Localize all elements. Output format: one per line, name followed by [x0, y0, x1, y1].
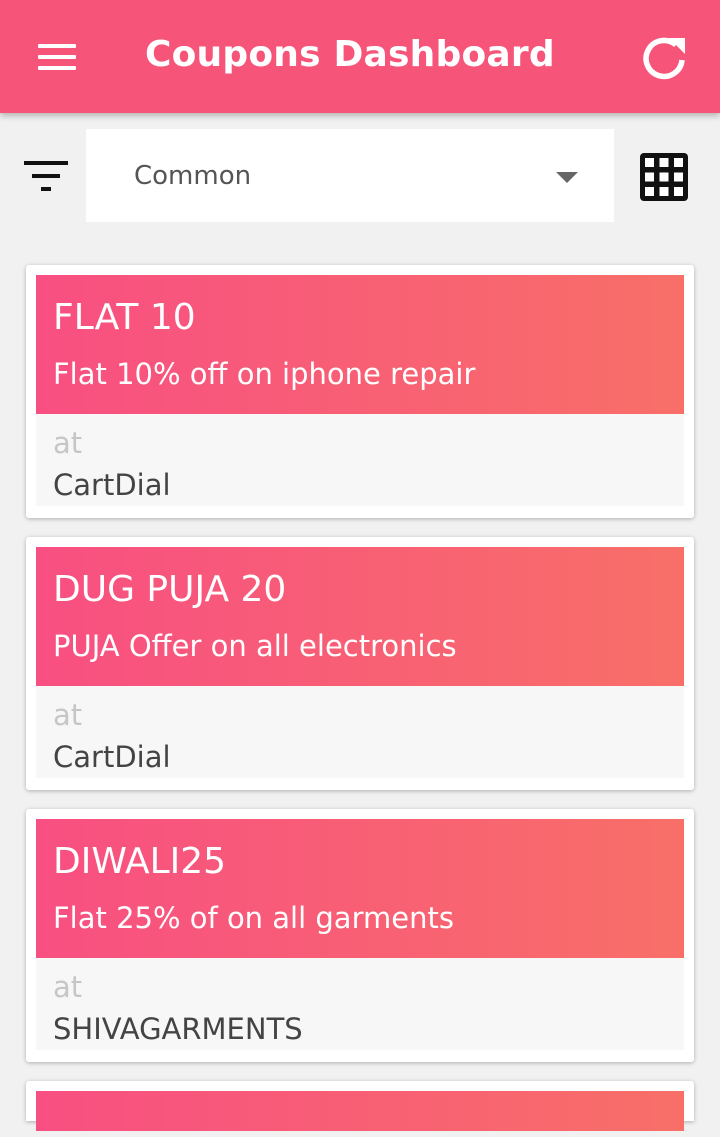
coupon-card-header: DIWALI25 Flat 25% of on all garments — [36, 819, 684, 958]
coupon-card[interactable]: FLAT 10 Flat 10% off on iphone repair at… — [26, 265, 694, 518]
coupon-at-label: at — [53, 698, 83, 732]
coupon-card-body: at CartDial — [36, 414, 684, 506]
app-bar: Coupons Dashboard — [0, 0, 720, 113]
hamburger-menu-icon[interactable] — [26, 36, 86, 82]
coupon-at-label: at — [53, 426, 83, 460]
coupon-at-label: at — [53, 970, 83, 1004]
category-dropdown[interactable]: Common — [86, 129, 614, 222]
coupon-card[interactable]: DUG PUJA 20 PUJA Offer on all electronic… — [26, 537, 694, 790]
refresh-icon[interactable] — [636, 30, 692, 86]
filter-row: Common — [0, 113, 720, 243]
coupon-description: Flat 10% off on iphone repair — [53, 357, 476, 391]
coupon-card-partial[interactable] — [26, 1081, 694, 1131]
coupon-card-body: at SHIVAGARMENTS — [36, 958, 684, 1050]
coupon-card-header: DUG PUJA 20 PUJA Offer on all electronic… — [36, 547, 684, 686]
category-dropdown-value: Common — [134, 161, 252, 191]
coupon-description: Flat 25% of on all garments — [53, 901, 454, 935]
coupon-card-header — [36, 1091, 684, 1131]
coupon-description: PUJA Offer on all electronics — [53, 629, 457, 663]
chevron-down-icon — [556, 172, 578, 183]
coupon-store-name: CartDial — [53, 740, 171, 774]
coupon-code: FLAT 10 — [53, 297, 196, 338]
coupon-store-name: CartDial — [53, 468, 171, 502]
page-title: Coupons Dashboard — [145, 34, 555, 75]
coupon-code: DUG PUJA 20 — [53, 569, 287, 610]
coupon-card-body: at CartDial — [36, 686, 684, 778]
grid-view-icon[interactable] — [638, 151, 690, 203]
coupon-code: DIWALI25 — [53, 841, 227, 882]
coupon-card[interactable]: DIWALI25 Flat 25% of on all garments at … — [26, 809, 694, 1062]
coupon-store-name: SHIVAGARMENTS — [53, 1012, 303, 1046]
coupon-card-header: FLAT 10 Flat 10% off on iphone repair — [36, 275, 684, 414]
filter-icon[interactable] — [20, 157, 72, 197]
